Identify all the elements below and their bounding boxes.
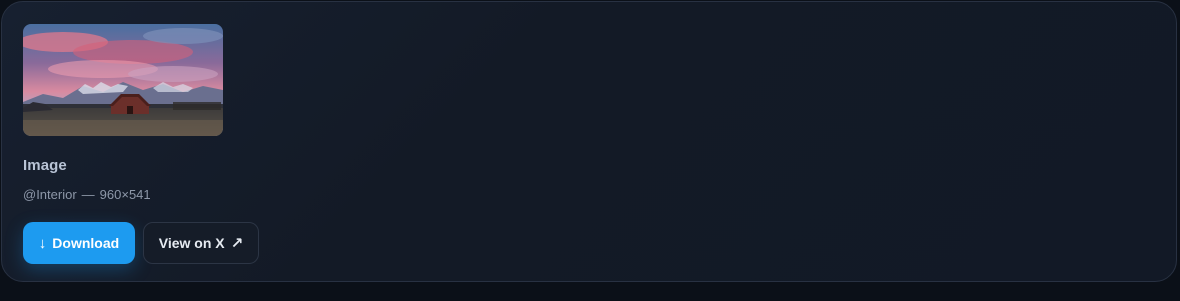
external-link-arrow-icon: ↗ <box>230 234 244 252</box>
download-label: Download <box>52 235 120 251</box>
view-on-x-label: View on X <box>158 235 225 251</box>
download-button[interactable]: ↓ Download <box>23 222 135 264</box>
image-dimensions: 960×541 <box>99 187 151 202</box>
image-thumbnail[interactable] <box>23 24 223 136</box>
download-arrow-icon: ↓ <box>38 234 47 252</box>
media-card: Image @Interior — 960×541 ↓ Download Vie… <box>1 1 1177 282</box>
media-title: Image <box>23 157 67 174</box>
media-meta: @Interior — 960×541 <box>23 187 151 202</box>
author-handle: @Interior <box>23 187 77 202</box>
view-on-x-button[interactable]: View on X ↗ <box>143 222 259 264</box>
meta-separator: — <box>81 187 95 202</box>
